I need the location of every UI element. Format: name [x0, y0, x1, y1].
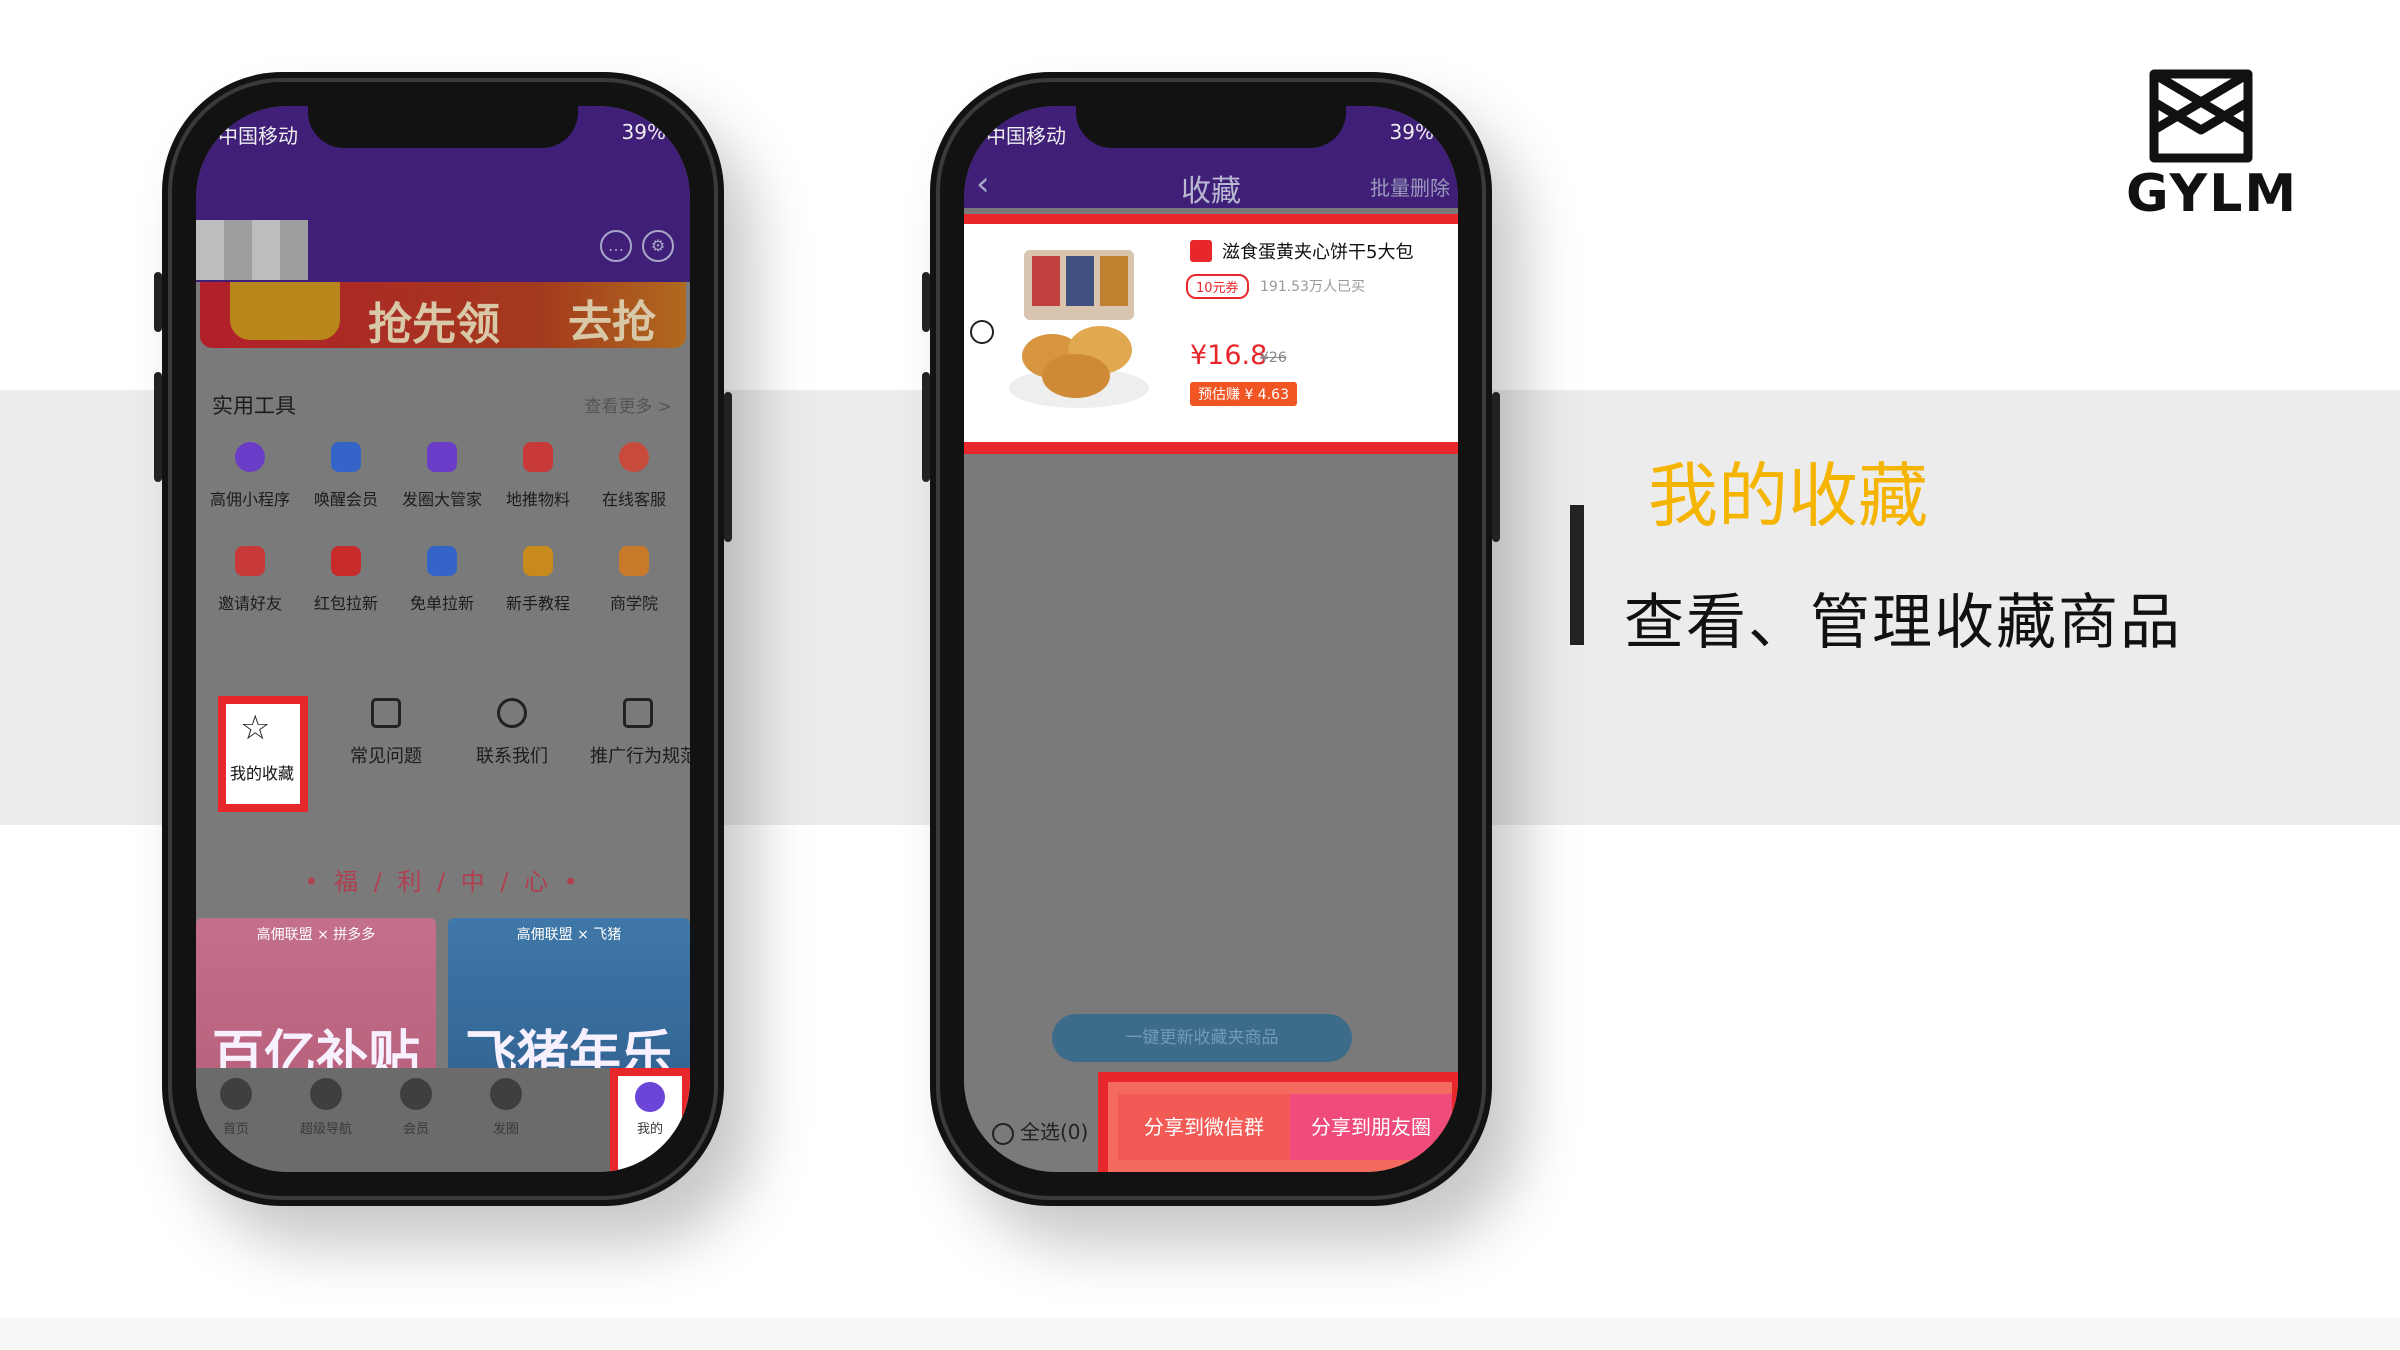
tool-item[interactable]: 商学院 — [586, 546, 682, 614]
navigation-icon — [310, 1078, 342, 1110]
phone-right: 中国移动 39% ‹ 收藏 批量删除 滋食蛋黄夹心饼干5大包 10元券 191.… — [922, 72, 1500, 1206]
tool-item[interactable]: 发圈大管家 — [394, 442, 490, 510]
message-icon[interactable]: … — [600, 230, 632, 262]
redpacket-icon — [331, 546, 361, 576]
my-favorites-button[interactable]: ☆ 我的收藏 — [218, 696, 308, 812]
side-button — [1492, 392, 1500, 542]
service-row: ☆ 我的收藏 常见问题 联系我们 推广行为规范 — [202, 676, 690, 836]
contact-button[interactable]: 联系我们 — [464, 698, 560, 768]
tab-moments[interactable]: 发圈 — [466, 1078, 546, 1137]
bell-icon — [331, 442, 361, 472]
notch — [308, 106, 578, 148]
shop-icon — [1190, 240, 1212, 262]
side-button — [922, 372, 930, 482]
product-name: 滋食蛋黄夹心饼干5大包 — [1222, 242, 1414, 263]
select-radio[interactable] — [970, 320, 994, 344]
tab-home[interactable]: 首页 — [196, 1078, 276, 1137]
tab-bar: 首页 超级导航 会员 发圈 我的 — [196, 1068, 690, 1172]
section-title: 实用工具 — [212, 394, 296, 418]
carrier-label: 中国移动 — [986, 124, 1066, 148]
avatar[interactable] — [196, 220, 308, 280]
rules-icon — [623, 698, 653, 728]
banner-text-left: 抢先领 — [368, 299, 500, 350]
logo-text: GYLM — [2126, 164, 2299, 224]
side-button — [154, 372, 162, 482]
banner-text-right: 去抢 — [568, 297, 656, 348]
coupon-badge: 10元券 — [1186, 274, 1249, 299]
screen-favorites: 中国移动 39% ‹ 收藏 批量删除 滋食蛋黄夹心饼干5大包 10元券 191.… — [964, 106, 1458, 1172]
share-moments-button[interactable]: 分享到朋友圈 — [1290, 1094, 1452, 1160]
user-icon — [635, 1082, 665, 1112]
side-button — [922, 272, 930, 332]
select-all[interactable]: 全选(0) — [992, 1116, 1088, 1145]
promo-banner[interactable]: 抢先领 去抢 — [200, 282, 686, 350]
faq-button[interactable]: 常见问题 — [338, 698, 434, 768]
bottom-bar: 全选(0) 分享到微信群 分享到朋友圈 — [964, 1072, 1458, 1172]
feature-subtitle: 查看、管理收藏商品 — [1624, 588, 2182, 658]
accent-bar — [1570, 505, 1584, 645]
rules-button[interactable]: 推广行为规范 — [590, 698, 690, 768]
brand-logo: GYLM — [2126, 68, 2299, 228]
logo-mark — [2149, 69, 2253, 163]
support-icon — [619, 442, 649, 472]
headset-icon — [497, 698, 527, 728]
share-actions: 分享到微信群 分享到朋友圈 — [1098, 1072, 1458, 1172]
battery-label: 39% — [621, 120, 666, 144]
original-price: ¥26 — [1260, 350, 1287, 366]
material-icon — [523, 442, 553, 472]
tool-item[interactable]: 免单拉新 — [394, 546, 490, 614]
product-image — [1009, 250, 1149, 408]
earn-badge: 预估赚 ¥ 4.63 — [1190, 382, 1297, 406]
sold-count: 191.53万人已买 — [1260, 279, 1365, 295]
feature-title: 我的收藏 — [1648, 455, 1928, 537]
camera-icon — [490, 1078, 522, 1110]
member-icon — [400, 1078, 432, 1110]
favorite-item[interactable]: 滋食蛋黄夹心饼干5大包 10元券 191.53万人已买 ¥16.8 ¥26 预估… — [964, 214, 1458, 454]
ticket-icon — [427, 546, 457, 576]
tab-navigation[interactable]: 超级导航 — [286, 1078, 366, 1137]
notch — [1076, 106, 1346, 148]
academy-icon — [619, 546, 649, 576]
welfare-heading: • 福 / 利 / 中 / 心 • — [304, 868, 582, 896]
tab-mine[interactable]: 我的 — [610, 1068, 690, 1172]
gift-icon — [230, 282, 340, 340]
tool-item[interactable]: 新手教程 — [490, 546, 586, 614]
tool-item[interactable]: 红包拉新 — [298, 546, 394, 614]
tool-item[interactable]: 邀请好友 — [202, 546, 298, 614]
tab-member[interactable]: 会员 — [376, 1078, 456, 1137]
carrier-label: 中国移动 — [218, 124, 298, 148]
price: ¥16.8 — [1190, 340, 1268, 371]
tools-section: 实用工具 查看更多 > 高佣小程序 唤醒会员 发圈大管家 地推物料 在线客服 邀… — [202, 368, 684, 668]
background-floor — [0, 1318, 2400, 1350]
tutorial-icon — [523, 546, 553, 576]
question-icon — [371, 698, 401, 728]
battery-label: 39% — [1389, 120, 1434, 144]
side-button — [154, 272, 162, 332]
tool-item[interactable]: 唤醒会员 — [298, 442, 394, 510]
phone-left: 中国移动 39% … ⚙ 抢先领 去抢 实用工具 查看更多 > 高佣小程序 唤醒… — [154, 72, 732, 1206]
update-favorites-button[interactable]: 一键更新收藏夹商品 — [1052, 1014, 1352, 1062]
see-more-link[interactable]: 查看更多 > — [584, 392, 672, 417]
radio-icon — [992, 1122, 1014, 1145]
home-icon — [220, 1078, 252, 1110]
settings-icon[interactable]: ⚙ — [642, 230, 674, 262]
tool-item[interactable]: 在线客服 — [586, 442, 682, 510]
share-wechat-group-button[interactable]: 分享到微信群 — [1118, 1094, 1290, 1160]
miniprogram-icon — [235, 442, 265, 472]
side-button — [724, 392, 732, 542]
invite-icon — [235, 546, 265, 576]
robot-icon — [427, 442, 457, 472]
tool-item[interactable]: 高佣小程序 — [202, 442, 298, 510]
tool-item[interactable]: 地推物料 — [490, 442, 586, 510]
bulk-delete-button[interactable]: 批量删除 — [1370, 172, 1450, 201]
star-icon: ☆ — [240, 708, 271, 748]
screen-mine: 中国移动 39% … ⚙ 抢先领 去抢 实用工具 查看更多 > 高佣小程序 唤醒… — [196, 106, 690, 1172]
